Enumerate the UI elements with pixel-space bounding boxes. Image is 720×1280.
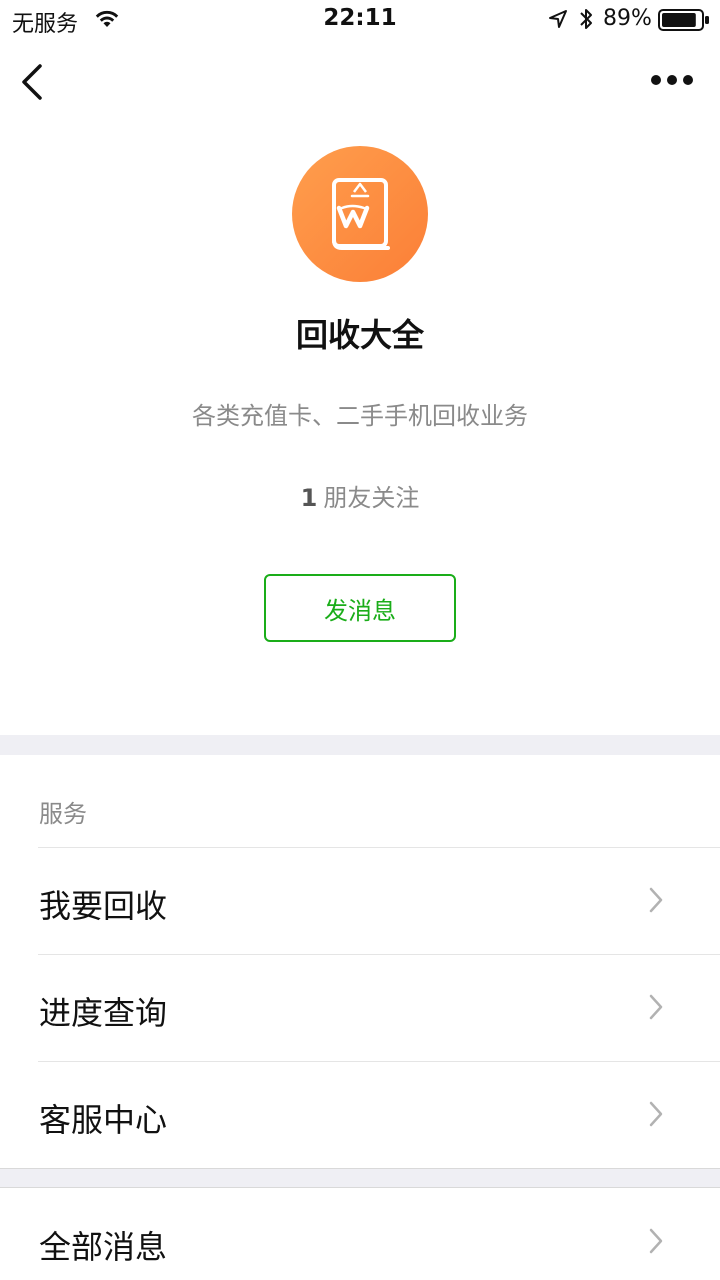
all-messages-label: 全部消息 <box>39 1228 168 1266</box>
status-bar: 无服务 22:11 89% <box>0 0 720 40</box>
battery-percentage: 89% <box>603 6 652 31</box>
battery-fill <box>662 13 696 27</box>
service-item-label: 我要回收 <box>39 887 168 925</box>
recycle-book-icon <box>332 178 390 250</box>
section-divider <box>0 735 720 755</box>
bluetooth-icon <box>580 9 592 29</box>
location-arrow-icon <box>549 10 567 28</box>
account-name: 回收大全 <box>295 316 424 354</box>
row-divider <box>38 1061 720 1062</box>
avatar[interactable] <box>292 146 428 282</box>
service-item-progress-query[interactable]: 进度查询 <box>0 954 720 1060</box>
chevron-right-icon <box>649 1228 663 1254</box>
service-item-recycle[interactable]: 我要回收 <box>0 847 720 953</box>
service-item-label: 客服中心 <box>39 1101 168 1139</box>
row-divider <box>38 954 720 955</box>
account-description: 各类充值卡、二手手机回收业务 <box>192 402 528 430</box>
followers-info: 1 朋友关注 <box>0 478 720 513</box>
official-account-profile-page: 无服务 22:11 89% 回收大全 各类充值卡、二手手机回收业务 1 朋友关注… <box>0 0 720 1280</box>
all-messages-item[interactable]: 全部消息 <box>0 1188 720 1280</box>
chevron-right-icon <box>649 887 663 913</box>
row-divider <box>38 847 720 848</box>
chevron-right-icon <box>649 994 663 1020</box>
services-section-title: 服务 <box>39 800 87 828</box>
section-divider <box>0 1168 720 1188</box>
service-item-customer-service[interactable]: 客服中心 <box>0 1061 720 1167</box>
send-message-button[interactable]: 发消息 <box>264 574 456 642</box>
followers-label: 朋友关注 <box>323 484 420 512</box>
followers-count: 1 <box>300 484 318 512</box>
chevron-right-icon <box>649 1101 663 1127</box>
more-dots-icon[interactable] <box>648 70 696 90</box>
service-item-label: 进度查询 <box>39 994 168 1032</box>
back-chevron-icon[interactable] <box>14 60 50 104</box>
battery-icon <box>658 9 709 31</box>
